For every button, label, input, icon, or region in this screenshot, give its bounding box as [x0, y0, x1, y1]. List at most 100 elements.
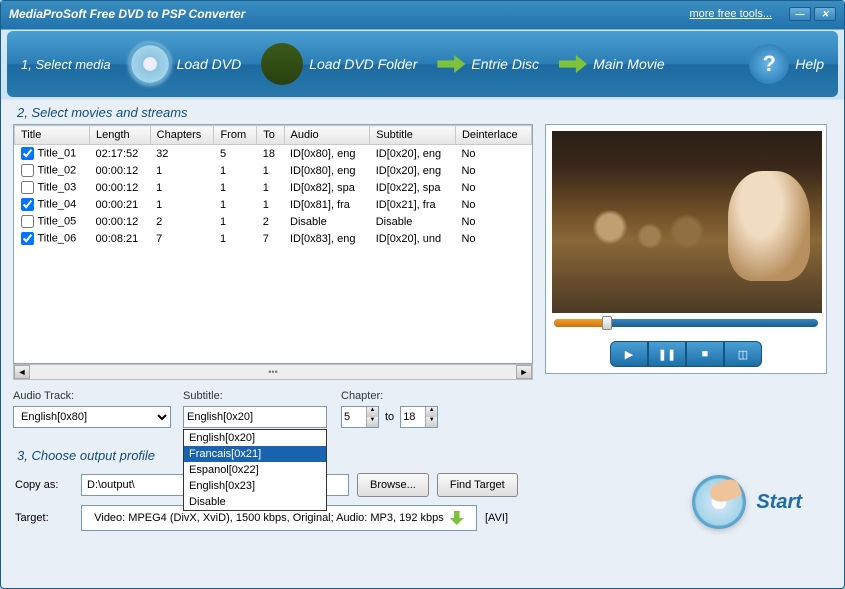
cell: 00:00:12	[89, 179, 150, 196]
cell: 1	[150, 196, 214, 213]
table-row[interactable]: Title_0300:00:12111ID[0x82], spaID[0x22]…	[15, 179, 532, 196]
cell: 1	[214, 213, 257, 230]
cell: ID[0x20], eng	[370, 145, 456, 163]
load-dvd-button[interactable]: Load DVD	[129, 43, 242, 85]
play-button[interactable]: ▶	[610, 341, 648, 367]
close-button[interactable]: ✕	[814, 7, 836, 21]
cell: Title_02	[15, 162, 90, 179]
col-header[interactable]: Title	[15, 126, 90, 145]
more-tools-link[interactable]: more free tools...	[689, 8, 772, 20]
cell: No	[455, 213, 531, 230]
load-dvd-label: Load DVD	[177, 56, 242, 72]
download-icon	[450, 511, 464, 525]
scroll-track[interactable]: •••	[30, 365, 516, 379]
seek-bar[interactable]	[554, 319, 818, 327]
cell: ID[0x80], eng	[284, 162, 370, 179]
table-row[interactable]: Title_0600:08:21717ID[0x83], engID[0x20]…	[15, 230, 532, 247]
subtitle-option[interactable]: English[0x23]	[184, 478, 326, 494]
find-target-button[interactable]: Find Target	[437, 473, 518, 497]
copy-as-label: Copy as:	[15, 479, 73, 491]
video-preview[interactable]	[552, 131, 822, 313]
cell: ID[0x82], spa	[284, 179, 370, 196]
subtitle-option[interactable]: Espanol[0x22]	[184, 462, 326, 478]
cell: 7	[257, 230, 284, 247]
load-dvd-folder-button[interactable]: Load DVD Folder	[261, 43, 417, 85]
cell: Title_06	[15, 230, 90, 247]
col-header[interactable]: To	[257, 126, 284, 145]
cell: 02:17:52	[89, 145, 150, 163]
to-label: to	[385, 411, 394, 423]
target-label: Target:	[15, 512, 73, 524]
scroll-right-icon[interactable]: ►	[516, 365, 532, 379]
cell: ID[0x81], fra	[284, 196, 370, 213]
start-button[interactable]: Start	[692, 475, 802, 529]
cell: 00:00:21	[89, 196, 150, 213]
main-toolbar: 1, Select media Load DVD Load DVD Folder…	[7, 31, 838, 97]
cell: 1	[214, 162, 257, 179]
cell: 00:08:21	[89, 230, 150, 247]
step1-label: 1, Select media	[21, 57, 111, 72]
chapter-to-spinner[interactable]: ▲▼	[400, 406, 438, 428]
col-header[interactable]: Deinterlace	[455, 126, 531, 145]
col-header[interactable]: From	[214, 126, 257, 145]
seek-thumb[interactable]	[602, 316, 612, 330]
cell: 1	[150, 179, 214, 196]
subtitle-dropdown[interactable]: English[0x20]Francais[0x21]Espanol[0x22]…	[183, 429, 327, 511]
chevron-down-icon[interactable]: ▼	[425, 417, 437, 427]
cell: Disable	[284, 213, 370, 230]
main-movie-button[interactable]: Main Movie	[559, 55, 665, 73]
col-header[interactable]: Audio	[284, 126, 370, 145]
cell: 00:00:12	[89, 162, 150, 179]
entire-disc-button[interactable]: Entrie Disc	[437, 55, 539, 73]
cell: 00:00:12	[89, 213, 150, 230]
table-row[interactable]: Title_0500:00:12212DisableDisableNo	[15, 213, 532, 230]
col-header[interactable]: Length	[89, 126, 150, 145]
subtitle-option[interactable]: Francais[0x21]	[184, 446, 326, 462]
table-row[interactable]: Title_0400:00:21111ID[0x81], fraID[0x21]…	[15, 196, 532, 213]
chevron-down-icon[interactable]: ▼	[366, 417, 378, 427]
row-checkbox[interactable]	[21, 198, 34, 211]
cell: 7	[150, 230, 214, 247]
start-label: Start	[756, 491, 802, 514]
titles-table[interactable]: TitleLengthChaptersFromToAudioSubtitleDe…	[14, 125, 532, 247]
audio-track-select[interactable]: English[0x80]	[13, 406, 171, 428]
col-header[interactable]: Chapters	[150, 126, 214, 145]
row-checkbox[interactable]	[21, 164, 34, 177]
chevron-up-icon[interactable]: ▲	[366, 407, 378, 417]
playback-controls: ▶ ❚❚ ■ ◫	[552, 341, 820, 367]
table-row[interactable]: Title_0102:17:5232518ID[0x80], engID[0x2…	[15, 145, 532, 163]
row-checkbox[interactable]	[21, 181, 34, 194]
chapter-from-input[interactable]	[342, 407, 366, 427]
subtitle-select[interactable]	[183, 406, 327, 428]
step3-label: 3, Choose output profile	[17, 448, 844, 463]
cell: 2	[150, 213, 214, 230]
main-movie-label: Main Movie	[593, 56, 665, 72]
chapter-to-input[interactable]	[401, 407, 425, 427]
table-row[interactable]: Title_0200:00:12111ID[0x80], engID[0x20]…	[15, 162, 532, 179]
subtitle-option[interactable]: English[0x20]	[184, 430, 326, 446]
cell: 1	[214, 230, 257, 247]
subtitle-option[interactable]: Disable	[184, 494, 326, 510]
help-button[interactable]: ? Help	[749, 44, 824, 84]
pause-button[interactable]: ❚❚	[648, 341, 686, 367]
help-label: Help	[795, 56, 824, 72]
stop-button[interactable]: ■	[686, 341, 724, 367]
row-checkbox[interactable]	[21, 215, 34, 228]
col-header[interactable]: Subtitle	[370, 126, 456, 145]
minimize-button[interactable]: —	[789, 7, 811, 21]
titles-table-wrap: TitleLengthChaptersFromToAudioSubtitleDe…	[13, 124, 533, 364]
chevron-up-icon[interactable]: ▲	[425, 407, 437, 417]
target-text: Video: MPEG4 (DivX, XviD), 1500 kbps, Or…	[94, 512, 444, 524]
cell: 5	[214, 145, 257, 163]
cell: ID[0x83], eng	[284, 230, 370, 247]
browse-button[interactable]: Browse...	[357, 473, 429, 497]
snapshot-button[interactable]: ◫	[724, 341, 762, 367]
arrow-right-icon	[437, 55, 465, 73]
cell: 1	[150, 162, 214, 179]
row-checkbox[interactable]	[21, 147, 34, 160]
cell: Title_05	[15, 213, 90, 230]
chapter-from-spinner[interactable]: ▲▼	[341, 406, 379, 428]
row-checkbox[interactable]	[21, 232, 34, 245]
scroll-left-icon[interactable]: ◄	[14, 365, 30, 379]
h-scrollbar[interactable]: ◄ ••• ►	[13, 364, 533, 380]
